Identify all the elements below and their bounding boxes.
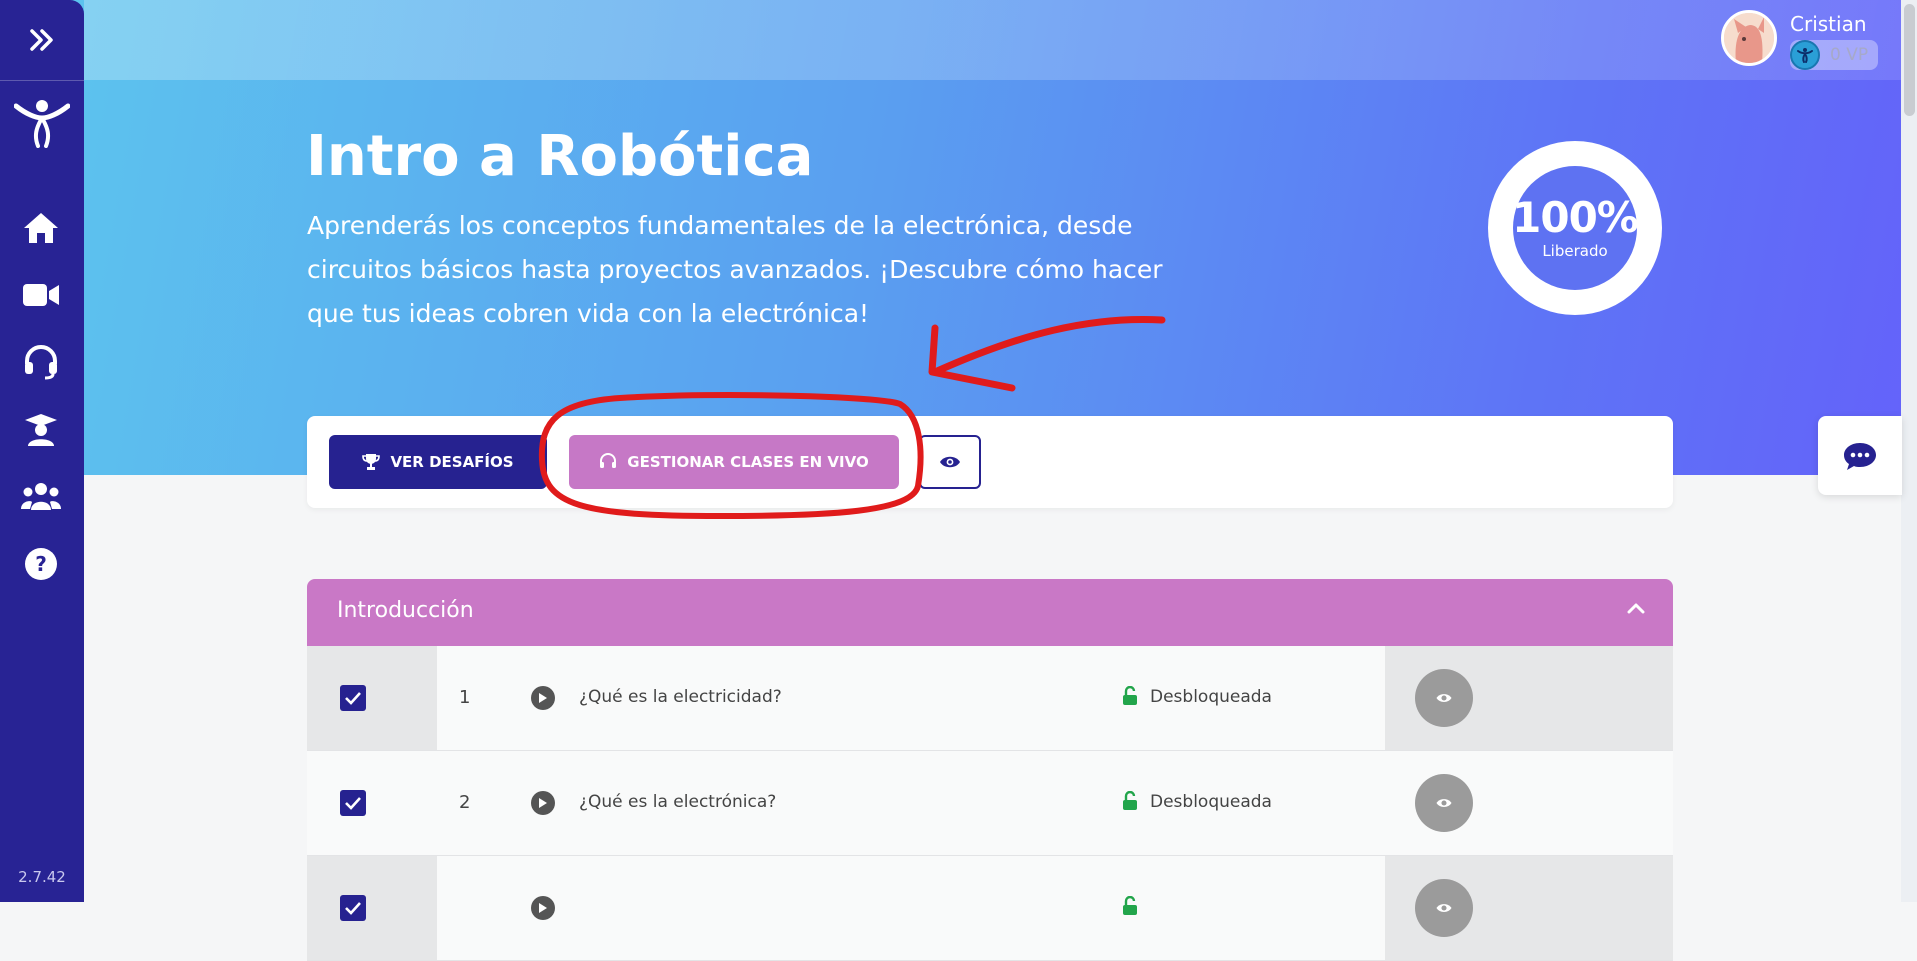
view-challenges-button[interactable]: VER DESAFÍOS xyxy=(329,435,547,489)
manage-live-classes-label: GESTIONAR CLASES EN VIVO xyxy=(627,453,869,471)
lesson-number: 2 xyxy=(459,792,471,813)
lesson-check-cell xyxy=(307,646,437,750)
description-line: que tus ideas cobren vida con la electró… xyxy=(307,299,870,328)
lesson-status: Desbloqueada xyxy=(1150,792,1272,812)
unlocked-icon xyxy=(1123,686,1137,705)
view-lesson-button[interactable] xyxy=(1415,669,1473,727)
user-name[interactable]: Cristian xyxy=(1790,12,1867,36)
lesson-check-cell xyxy=(307,856,437,960)
points-value: 0 VP xyxy=(1830,45,1869,65)
progress-label: Liberado xyxy=(1542,242,1608,260)
sidebar-toggle-button[interactable] xyxy=(0,0,84,80)
points-coin-icon xyxy=(1790,40,1820,70)
scrollbar-thumb[interactable] xyxy=(1904,4,1915,116)
play-icon[interactable] xyxy=(531,896,555,920)
lesson-status: Desbloqueada xyxy=(1150,687,1272,707)
view-challenges-label: VER DESAFÍOS xyxy=(390,453,514,471)
description-line: Aprenderás los conceptos fundamentales d… xyxy=(307,211,1133,240)
preview-button[interactable] xyxy=(919,435,981,489)
page-scrollbar[interactable] xyxy=(1901,0,1917,902)
sidebar-item-community[interactable] xyxy=(16,473,66,519)
lesson-number: 1 xyxy=(459,687,471,708)
lesson-check-cell xyxy=(307,751,437,855)
lesson-completed-checkbox[interactable] xyxy=(340,895,366,921)
lesson-row[interactable]: 2 ¿Qué es la electrónica? Desbloqueada xyxy=(307,751,1673,856)
home-icon xyxy=(24,213,58,243)
lesson-completed-checkbox[interactable] xyxy=(340,685,366,711)
sidebar-item-teacher[interactable] xyxy=(16,406,66,452)
double-chevron-right-icon xyxy=(30,29,53,51)
play-icon[interactable] xyxy=(531,686,555,710)
play-icon[interactable] xyxy=(531,791,555,815)
top-bar xyxy=(84,0,1901,80)
progress-value: 100% xyxy=(1512,193,1639,242)
points-badge[interactable]: 0 VP xyxy=(1790,40,1878,70)
unlocked-icon xyxy=(1123,791,1137,810)
sidebar-item-home[interactable] xyxy=(16,205,66,251)
progress-ring-center: 100% Liberado xyxy=(1512,166,1639,290)
avatar-image xyxy=(1724,13,1774,63)
lesson-completed-checkbox[interactable] xyxy=(340,790,366,816)
svg-text:?: ? xyxy=(35,552,47,576)
app-version: 2.7.42 xyxy=(18,868,66,886)
chat-bubble-icon xyxy=(1844,442,1876,470)
course-title: Intro a Robótica xyxy=(306,124,814,189)
headset-icon xyxy=(600,453,617,468)
video-camera-icon xyxy=(23,284,59,306)
lesson-row[interactable]: 1 ¿Qué es la electricidad? Desbloqueada xyxy=(307,646,1673,751)
unlocked-icon xyxy=(1123,896,1137,915)
eye-icon xyxy=(940,456,960,468)
lesson-title[interactable]: ¿Qué es la electricidad? xyxy=(579,687,782,707)
question-circle-icon: ? xyxy=(25,548,57,580)
chevron-up-icon[interactable] xyxy=(1627,601,1645,615)
eye-icon xyxy=(1436,799,1452,807)
description-line: circuitos básicos hasta proyectos avanza… xyxy=(307,255,1163,284)
chat-button[interactable] xyxy=(1818,416,1902,495)
sidebar-item-help[interactable]: ? xyxy=(16,541,66,587)
manage-live-classes-button[interactable]: GESTIONAR CLASES EN VIVO xyxy=(569,435,899,489)
sidebar-item-videos[interactable] xyxy=(16,272,66,318)
graduation-cap-icon xyxy=(25,414,57,446)
section-header[interactable]: Introducción xyxy=(307,579,1673,646)
user-avatar[interactable] xyxy=(1721,10,1777,66)
sidebar-divider xyxy=(0,80,84,81)
sidebar-item-live-support[interactable] xyxy=(16,339,66,385)
view-lesson-button[interactable] xyxy=(1415,774,1473,832)
eye-icon xyxy=(1436,694,1452,702)
course-actions-card: VER DESAFÍOS GESTIONAR CLASES EN VIVO xyxy=(307,416,1673,508)
eye-icon xyxy=(1436,904,1452,912)
section-title: Introducción xyxy=(337,598,474,623)
lesson-row[interactable] xyxy=(307,856,1673,961)
lesson-title[interactable]: ¿Qué es la electrónica? xyxy=(579,792,776,812)
headset-icon xyxy=(25,345,57,380)
brand-logo[interactable] xyxy=(14,96,70,148)
users-icon xyxy=(21,483,61,510)
sidebar: ? 2.7.42 xyxy=(0,0,84,902)
progress-ring: 100% Liberado xyxy=(1488,141,1662,315)
view-lesson-button[interactable] xyxy=(1415,879,1473,937)
check-icon xyxy=(345,692,361,705)
check-icon xyxy=(345,902,361,915)
trophy-icon xyxy=(362,454,381,470)
check-icon xyxy=(345,797,361,810)
course-description: Aprenderás los conceptos fundamentales d… xyxy=(307,204,1207,336)
